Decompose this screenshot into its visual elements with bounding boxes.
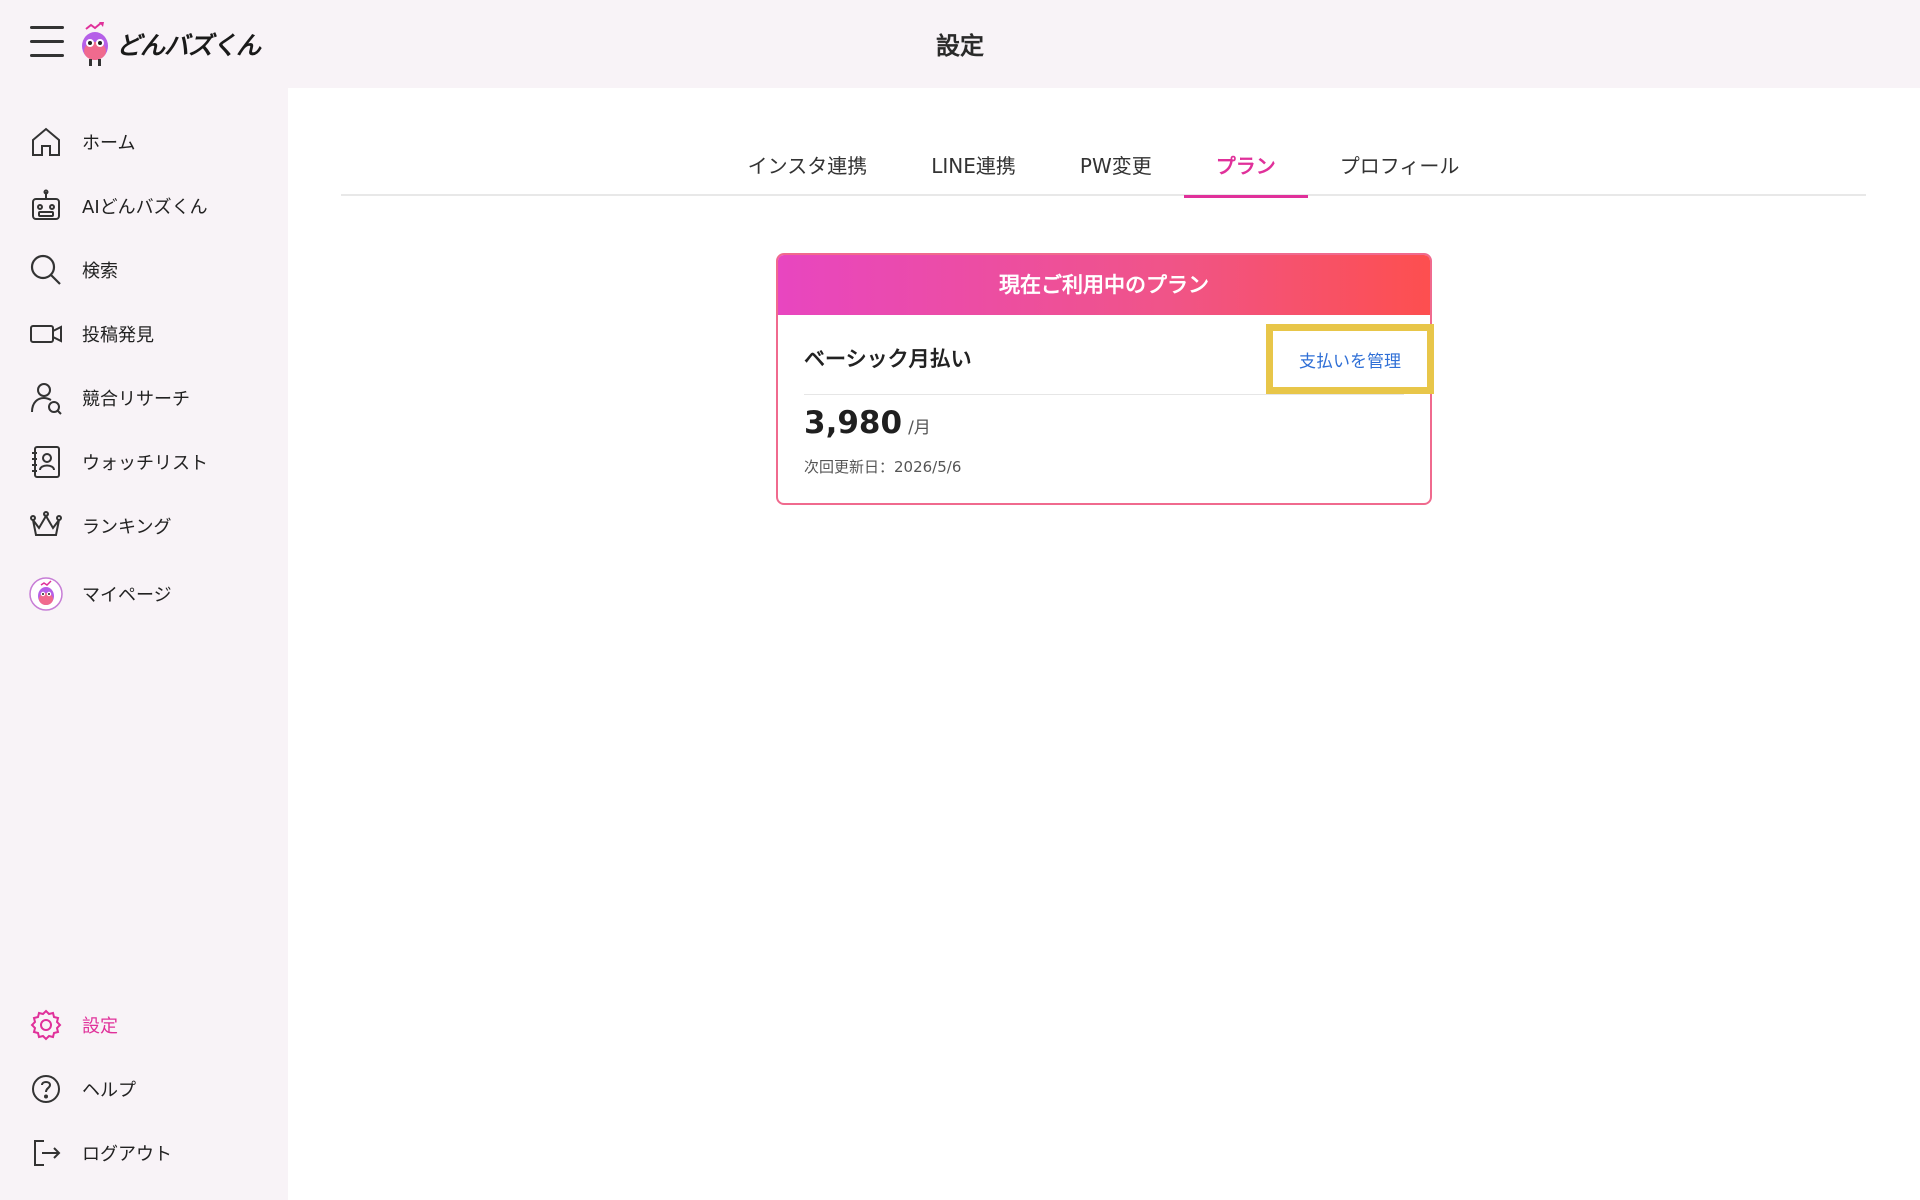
plan-renewal-date: 次回更新日：2026/5/6 xyxy=(804,458,962,476)
sidebar-item-settings[interactable]: 設定 xyxy=(28,1003,268,1047)
sidebar-item-search[interactable]: 検索 xyxy=(28,248,268,292)
settings-tabs: インスタ連携 LINE連携 PW変更 プラン プロフィール xyxy=(341,146,1866,198)
plan-name: ベーシック月払い xyxy=(804,347,972,371)
sidebar-item-label: マイページ xyxy=(82,585,172,606)
sidebar-item-label: ホーム xyxy=(82,133,136,154)
home-icon xyxy=(28,124,64,160)
sidebar-item-label: ログアウト xyxy=(82,1144,172,1165)
plan-divider xyxy=(804,394,1404,395)
plan-card-header: 現在ご利用中のプラン xyxy=(778,255,1430,315)
sidebar-item-label: 投稿発見 xyxy=(82,325,154,346)
sidebar-item-label: 検索 xyxy=(82,261,118,282)
sidebar-item-ranking[interactable]: ランキング xyxy=(28,504,268,548)
sidebar-item-label: AIどんバズくん xyxy=(82,197,208,218)
plan-price-row: 3,980 /月 xyxy=(804,405,931,441)
robot-icon xyxy=(28,188,64,224)
sidebar-item-label: ウォッチリスト xyxy=(82,453,208,474)
sidebar-item-label: ランキング xyxy=(82,517,172,538)
sidebar-item-home[interactable]: ホーム xyxy=(28,120,268,164)
sidebar-item-help[interactable]: ヘルプ xyxy=(28,1067,268,1111)
sidebar-item-discover[interactable]: 投稿発見 xyxy=(28,312,268,356)
app-root: どんバズくん 設定 ホーム AIどんバズくん 検索 投稿発見 競合リサーチ ウォ… xyxy=(0,0,1920,1200)
gear-icon xyxy=(28,1007,64,1043)
search-icon xyxy=(28,252,64,288)
manage-payment-button[interactable]: 支払いを管理 xyxy=(1266,324,1434,394)
sidebar-item-ai[interactable]: AIどんバズくん xyxy=(28,184,268,228)
sidebar-item-label: ヘルプ xyxy=(82,1080,136,1101)
sidebar: ホーム AIどんバズくん 検索 投稿発見 競合リサーチ ウォッチリスト ランキン… xyxy=(0,88,288,1200)
current-plan-card: 現在ご利用中のプラン ベーシック月払い 支払いを管理 3,980 /月 次回更新… xyxy=(776,253,1434,505)
sidebar-item-mypage[interactable]: マイページ xyxy=(28,572,268,616)
main-content: インスタ連携 LINE連携 PW変更 プラン プロフィール 現在ご利用中のプラン… xyxy=(288,88,1920,1200)
tab-password[interactable]: PW変更 xyxy=(1048,146,1184,196)
tab-line[interactable]: LINE連携 xyxy=(899,146,1048,196)
video-camera-icon xyxy=(28,316,64,352)
tab-instagram[interactable]: インスタ連携 xyxy=(716,146,900,196)
sidebar-item-competitor-research[interactable]: 競合リサーチ xyxy=(28,376,268,420)
sidebar-item-label: 競合リサーチ xyxy=(82,389,190,410)
tab-plan[interactable]: プラン xyxy=(1183,146,1308,198)
sidebar-item-watchlist[interactable]: ウォッチリスト xyxy=(28,440,268,484)
user-search-icon xyxy=(28,380,64,416)
top-bar: どんバズくん 設定 xyxy=(0,0,1920,88)
page-title: 設定 xyxy=(936,32,984,60)
avatar-icon xyxy=(28,576,64,612)
plan-price: 3,980 xyxy=(804,405,903,441)
plan-price-unit: /月 xyxy=(908,418,931,438)
contact-book-icon xyxy=(28,444,64,480)
tab-profile[interactable]: プロフィール xyxy=(1308,146,1492,196)
sidebar-item-label: 設定 xyxy=(82,1016,118,1037)
help-circle-icon xyxy=(28,1071,64,1107)
crown-icon xyxy=(28,508,64,544)
logout-icon xyxy=(28,1135,64,1171)
sidebar-item-logout[interactable]: ログアウト xyxy=(28,1131,268,1175)
